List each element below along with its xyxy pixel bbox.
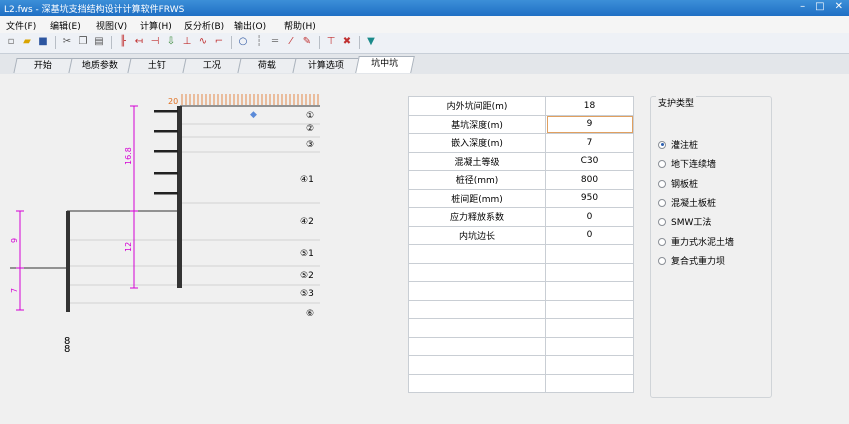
- param-label: 内坑边长: [408, 225, 546, 245]
- load-value: 20: [168, 97, 178, 106]
- param-value-cell[interactable]: 800: [545, 170, 634, 190]
- param-value-cell[interactable]: 7: [545, 133, 634, 153]
- empty-cell[interactable]: [408, 244, 546, 264]
- empty-cell[interactable]: [408, 262, 546, 282]
- table-row: 基坑深度(m) 9: [408, 114, 634, 134]
- table-row: 应力释放系数 0: [408, 207, 634, 227]
- section-drawing: 20 ◆ 16.8 12 9 7 ① ② ③ ④1 ④2 ⑤1 ⑤2 ⑤3 ⑥ …: [10, 94, 320, 355]
- table-row: [408, 355, 634, 375]
- table-row: 内外坑间距(m) 18: [408, 96, 634, 116]
- param-label: 桩径(mm): [408, 170, 546, 190]
- table-row: [408, 318, 634, 338]
- param-label: 基坑深度(m): [408, 114, 546, 134]
- table-row: [408, 336, 634, 356]
- parameter-table: 内外坑间距(m) 18 基坑深度(m) 9 嵌入深度(m) 7 混凝土等级 C30 桩径(mm)…: [408, 96, 634, 393]
- param-value-cell[interactable]: 950: [545, 188, 634, 208]
- radio-icon[interactable]: [658, 198, 666, 207]
- empty-cell[interactable]: [545, 262, 634, 282]
- surface-load: [181, 94, 319, 105]
- maximize-icon[interactable]: □: [815, 1, 824, 12]
- anchor-bar: [154, 130, 178, 133]
- empty-cell[interactable]: [408, 281, 546, 301]
- inner-pile: [66, 211, 70, 312]
- anchor-bar: [154, 172, 178, 175]
- table-row: 混凝土等级 C30: [408, 151, 634, 171]
- table-row: [408, 281, 634, 301]
- dim-outer-embed: 12: [124, 242, 133, 252]
- table-row: 桩间距(mm) 950: [408, 188, 634, 208]
- layer-label: ④2: [300, 217, 314, 227]
- table-row: [408, 244, 634, 264]
- radio-icon[interactable]: [658, 237, 666, 246]
- radio-icon[interactable]: [658, 159, 666, 168]
- radio-icon[interactable]: [658, 256, 666, 265]
- dim-outer-depth: 16.8: [124, 147, 133, 165]
- anchor-bar: [154, 192, 178, 195]
- radio-icon[interactable]: [658, 140, 666, 149]
- radio-steel-sheet-pile[interactable]: 钢板桩: [658, 177, 698, 190]
- water-level-icon: ◆: [250, 110, 257, 120]
- radio-icon[interactable]: [658, 179, 666, 188]
- param-label: 混凝土等级: [408, 151, 546, 171]
- radio-smw[interactable]: SMW工法: [658, 215, 711, 228]
- outer-pile: [177, 106, 182, 288]
- radio-diaphragm-wall[interactable]: 地下连续墙: [658, 157, 716, 170]
- layer-label: ③: [306, 140, 314, 150]
- param-label: 应力释放系数: [408, 207, 546, 227]
- param-value-cell[interactable]: C30: [545, 151, 634, 171]
- soil-layer-lines: [70, 123, 320, 304]
- layer-label: ⑤3: [300, 289, 314, 299]
- radio-icon[interactable]: [658, 217, 666, 226]
- empty-cell[interactable]: [408, 373, 546, 393]
- layer-label: ⑤1: [300, 249, 314, 259]
- support-type-legend: 支护类型: [656, 96, 697, 109]
- table-row: [408, 262, 634, 282]
- param-value-cell[interactable]: 18: [545, 96, 634, 116]
- empty-cell[interactable]: [408, 336, 546, 356]
- radio-concrete-sheet-pile[interactable]: 混凝土板桩: [658, 196, 716, 209]
- layer-label: ①: [306, 111, 314, 121]
- table-row: 嵌入深度(m) 7: [408, 133, 634, 153]
- empty-cell[interactable]: [408, 318, 546, 338]
- anchor-bar: [154, 150, 178, 153]
- param-label: 嵌入深度(m): [408, 133, 546, 153]
- table-row: 内坑边长 0: [408, 225, 634, 245]
- radio-gravity-wall[interactable]: 重力式水泥土墙: [658, 235, 734, 248]
- param-value-cell[interactable]: 0: [545, 207, 634, 227]
- empty-cell[interactable]: [545, 299, 634, 319]
- layer-label: ⑥: [306, 309, 314, 319]
- minimize-icon[interactable]: –: [800, 1, 805, 12]
- empty-cell[interactable]: [545, 318, 634, 338]
- dim-inner-embed: 7: [10, 288, 19, 293]
- layer-label: ④1: [300, 175, 314, 185]
- empty-cell[interactable]: [545, 336, 634, 356]
- empty-cell[interactable]: [545, 244, 634, 264]
- empty-cell[interactable]: [408, 355, 546, 375]
- layer-label: ⑤2: [300, 271, 314, 281]
- table-row: 桩径(mm) 800: [408, 170, 634, 190]
- empty-cell[interactable]: [545, 281, 634, 301]
- anchors: [154, 110, 178, 195]
- param-value-cell[interactable]: 9: [545, 114, 634, 134]
- empty-cell[interactable]: [545, 355, 634, 375]
- empty-cell[interactable]: [545, 373, 634, 393]
- layer-label: ②: [306, 124, 314, 134]
- table-row: [408, 373, 634, 393]
- param-value-cell[interactable]: 0: [545, 225, 634, 245]
- empty-cell[interactable]: [408, 299, 546, 319]
- param-label: 桩间距(mm): [408, 188, 546, 208]
- pile-symbol: 8: [64, 344, 70, 355]
- table-row: [408, 299, 634, 319]
- support-type-group: 支护类型 灌注桩 地下连续墙 钢板桩 混凝土板桩 SMW工法 重力式水泥土墙 复…: [650, 96, 772, 398]
- param-label: 内外坑间距(m): [408, 96, 546, 116]
- radio-composite-gravity-dam[interactable]: 复合式重力坝: [658, 254, 725, 267]
- close-icon[interactable]: ✕: [835, 1, 843, 12]
- radio-cast-pile[interactable]: 灌注桩: [658, 138, 698, 151]
- anchor-bar: [154, 110, 178, 113]
- dim-inner-depth: 9: [10, 238, 19, 243]
